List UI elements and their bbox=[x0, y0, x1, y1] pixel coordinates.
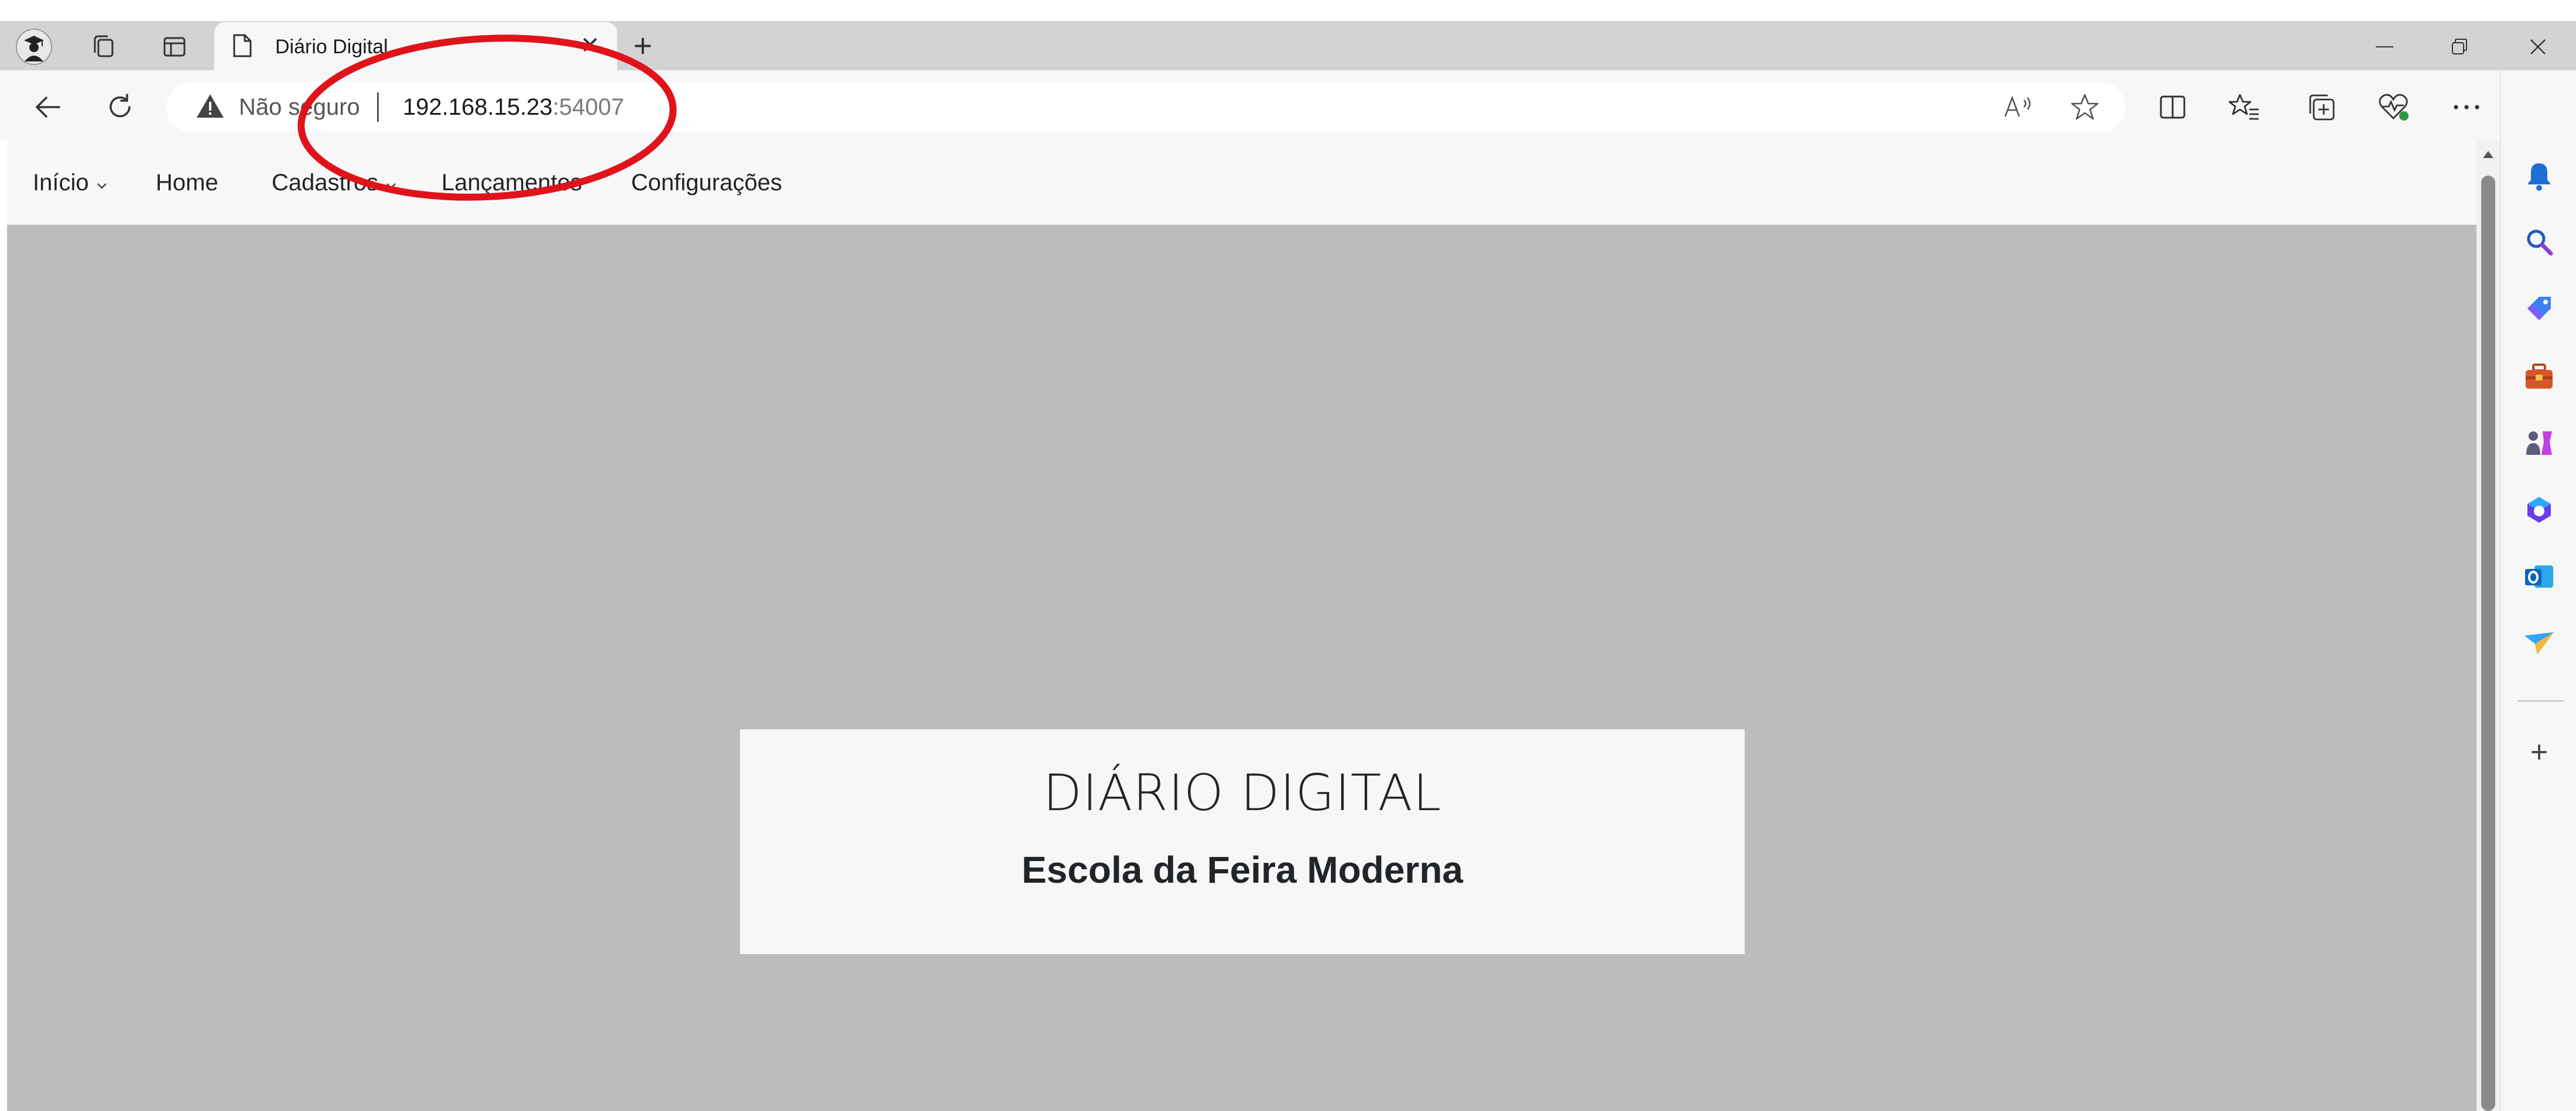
nav-item-label: Home bbox=[156, 170, 218, 196]
send-icon[interactable] bbox=[2521, 625, 2557, 661]
add-sidebar-app-button[interactable]: + bbox=[2521, 734, 2557, 770]
school-name: Escola da Feira Moderna bbox=[1021, 849, 1464, 891]
back-arrow-icon[interactable] bbox=[28, 88, 67, 126]
more-icon[interactable] bbox=[2447, 88, 2486, 126]
outlook-icon[interactable] bbox=[2521, 558, 2557, 595]
chevron-down-icon bbox=[96, 166, 108, 199]
warning-triangle-icon[interactable] bbox=[196, 92, 226, 121]
microsoft365-icon[interactable] bbox=[2521, 492, 2557, 528]
games-icon[interactable] bbox=[2521, 425, 2557, 461]
annotation-ellipse bbox=[297, 35, 677, 201]
nav-item-home[interactable]: Home bbox=[156, 166, 218, 199]
heart-pulse-icon[interactable] bbox=[2375, 88, 2413, 126]
star-icon[interactable] bbox=[2065, 88, 2104, 126]
restore-button[interactable] bbox=[2427, 26, 2492, 68]
collections-icon[interactable] bbox=[2302, 88, 2341, 126]
refresh-icon[interactable] bbox=[101, 88, 139, 126]
nav-item-label: Início bbox=[33, 170, 89, 196]
profile-icon[interactable] bbox=[14, 27, 54, 67]
read-aloud-icon[interactable] bbox=[2000, 88, 2039, 126]
tab-actions-icon[interactable] bbox=[157, 29, 192, 64]
title-card: DIÁRIO DIGITAL Escola da Feira Moderna bbox=[740, 729, 1745, 954]
scroll-up-arrow[interactable] bbox=[2480, 146, 2496, 163]
bell-icon[interactable] bbox=[2521, 158, 2557, 194]
favorites-icon[interactable] bbox=[2225, 88, 2263, 126]
page-background bbox=[7, 140, 2476, 1111]
shopping-tag-icon[interactable] bbox=[2521, 290, 2557, 327]
nav-item-inicio[interactable]: Início bbox=[33, 166, 108, 199]
window-top-strip bbox=[0, 0, 2576, 21]
scrollbar-thumb[interactable] bbox=[2481, 176, 2495, 1111]
sidebar-divider bbox=[2517, 700, 2564, 702]
page-icon bbox=[232, 33, 258, 61]
split-screen-icon[interactable] bbox=[2153, 88, 2192, 126]
workspaces-icon[interactable] bbox=[85, 29, 121, 64]
page-title: DIÁRIO DIGITAL bbox=[1043, 764, 1442, 822]
close-window-button[interactable] bbox=[2506, 26, 2570, 68]
minimize-button[interactable] bbox=[2352, 26, 2417, 68]
search-icon[interactable] bbox=[2521, 224, 2557, 260]
toolbox-icon[interactable] bbox=[2521, 358, 2557, 395]
